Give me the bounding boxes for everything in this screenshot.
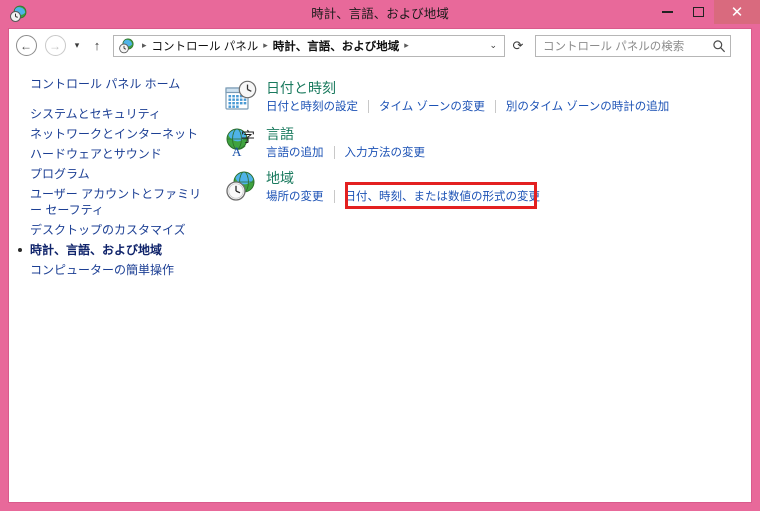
window-title: 時計、言語、および地域	[311, 7, 449, 21]
maximize-button[interactable]	[683, 0, 714, 24]
maximize-icon	[693, 7, 704, 17]
minimize-button[interactable]	[652, 0, 683, 24]
control-panel-window: 時計、言語、および地域 ✕ ← → ▾ ↑ ▸ コントロール パネル ▸ 時計、…	[0, 0, 760, 511]
close-button[interactable]: ✕	[714, 0, 760, 24]
window-controls: ✕	[652, 0, 760, 24]
minimize-icon	[662, 11, 673, 13]
window-inner-border	[8, 28, 752, 503]
title-bar: 時計、言語、および地域 ✕	[0, 0, 760, 28]
close-icon: ✕	[730, 3, 744, 21]
